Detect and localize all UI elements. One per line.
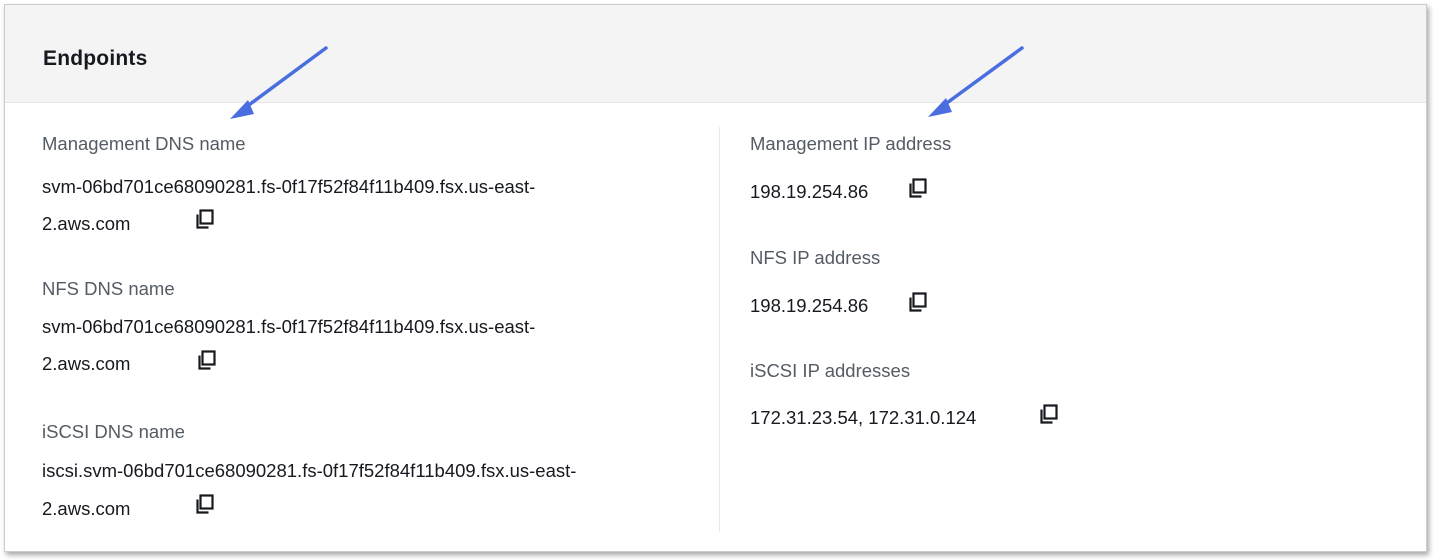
copy-iscsi-dns-button[interactable]	[194, 493, 216, 515]
copy-icon	[196, 209, 214, 229]
management-dns-value-line2: 2.aws.com	[42, 213, 131, 234]
copy-icon	[1040, 404, 1058, 424]
column-divider	[719, 127, 720, 532]
iscsi-dns-value-line2: 2.aws.com	[42, 498, 131, 519]
copy-icon	[198, 350, 216, 370]
management-ip-value: 198.19.254.86	[750, 181, 869, 202]
nfs-dns-label: NFS DNS name	[42, 278, 175, 299]
panel-header: Endpoints	[5, 5, 1426, 103]
iscsi-ip-label: iSCSI IP addresses	[750, 360, 911, 381]
nfs-ip-label: NFS IP address	[750, 247, 881, 268]
copy-iscsi-ip-button[interactable]	[1038, 403, 1060, 425]
management-ip-label: Management IP address	[750, 133, 952, 154]
copy-nfs-dns-button[interactable]	[196, 349, 218, 371]
panel-title: Endpoints	[43, 47, 148, 70]
copy-nfs-ip-button[interactable]	[907, 291, 929, 313]
endpoints-panel: Endpoints Management DNS name svm-06bd70…	[4, 4, 1427, 552]
nfs-dns-value-line2: 2.aws.com	[42, 353, 131, 374]
iscsi-dns-label: iSCSI DNS name	[42, 421, 185, 442]
iscsi-ip-value: 172.31.23.54, 172.31.0.124	[750, 407, 977, 428]
iscsi-dns-value-line1: iscsi.svm-06bd701ce68090281.fs-0f17f52f8…	[42, 460, 577, 481]
nfs-dns-value-line1: svm-06bd701ce68090281.fs-0f17f52f84f11b4…	[42, 316, 536, 337]
copy-management-dns-button[interactable]	[194, 208, 216, 230]
copy-icon	[909, 178, 927, 198]
management-dns-value-line1: svm-06bd701ce68090281.fs-0f17f52f84f11b4…	[42, 176, 536, 197]
nfs-ip-value: 198.19.254.86	[750, 295, 869, 316]
copy-icon	[196, 494, 214, 514]
copy-icon	[909, 292, 927, 312]
management-dns-label: Management DNS name	[42, 133, 246, 154]
copy-management-ip-button[interactable]	[907, 177, 929, 199]
